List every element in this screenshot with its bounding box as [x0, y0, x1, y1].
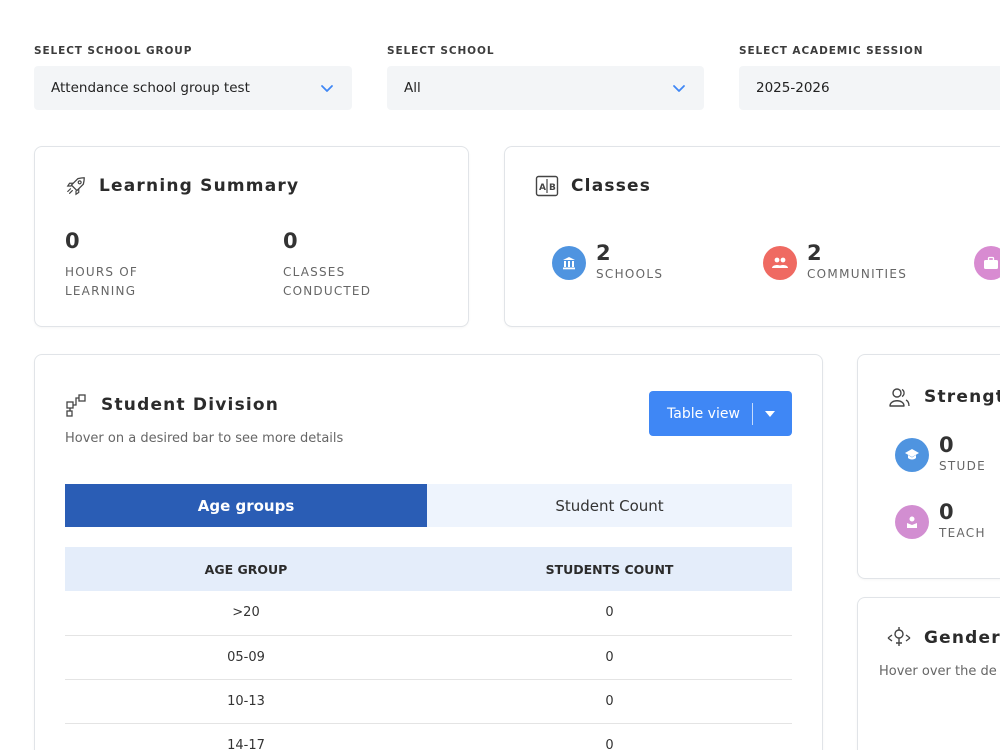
strength-card: Strengt 0 STUDE 0 TEACH [857, 354, 1000, 579]
third-class-stat [974, 242, 1000, 280]
students-count-cell: 0 [427, 591, 792, 636]
hierarchy-icon [66, 394, 86, 417]
communities-label: COMMUNITIES [807, 267, 908, 281]
student-division-subtitle: Hover on a desired bar to see more detai… [65, 431, 344, 446]
classes-conducted-label-2: CONDUCTED [283, 284, 372, 298]
students-count-cell: 0 [427, 635, 792, 680]
school-group-filter: SELECT SCHOOL GROUP Attendance school gr… [34, 44, 352, 110]
briefcase-icon [974, 246, 1000, 280]
school-value: All [404, 80, 421, 96]
tab-student-count[interactable]: Student Count [427, 484, 792, 527]
rocket-icon [66, 177, 85, 196]
learning-summary-title: Learning Summary [99, 176, 300, 196]
student-division-header: Student Division [65, 393, 279, 417]
button-divider [751, 402, 753, 425]
chevron-down-icon [321, 85, 333, 92]
svg-text:A: A [539, 183, 547, 193]
school-group-value: Attendance school group test [51, 80, 250, 96]
classes-conducted-stat: 0 CLASSES CONDUCTED [283, 229, 371, 301]
hours-stat: 0 HOURS OF LEARNING [65, 229, 138, 301]
table-row: 10-13 0 [65, 679, 792, 724]
classes-conducted-value: 0 [283, 229, 298, 253]
ab-icon: A B [535, 175, 559, 197]
school-select[interactable]: All [387, 66, 704, 110]
table-view-button[interactable]: Table view [649, 391, 792, 436]
teachers-label: TEACH [939, 526, 986, 540]
age-group-header: AGE GROUP [65, 547, 427, 591]
schools-stat: 2 SCHOOLS [552, 242, 663, 281]
hours-label-2: LEARNING [65, 284, 137, 298]
age-group-cell: 10-13 [65, 679, 427, 724]
session-value: 2025-2026 [756, 80, 830, 96]
school-filter: SELECT SCHOOL All [387, 44, 704, 110]
students-value: 0 [939, 433, 954, 457]
genders-subtitle: Hover over the de [879, 664, 997, 679]
age-group-cell: >20 [65, 591, 427, 636]
communities-stat: 2 COMMUNITIES [763, 242, 907, 281]
community-icon [763, 246, 797, 280]
genders-header: Genders [886, 626, 1000, 650]
students-count-cell: 0 [427, 679, 792, 724]
session-label: SELECT ACADEMIC SESSION [739, 45, 924, 57]
age-group-table: AGE GROUP STUDENTS COUNT >20 0 05-09 0 1… [65, 547, 792, 750]
schools-value: 2 [596, 241, 611, 265]
students-count-cell: 0 [427, 723, 792, 750]
strength-title: Strengt [924, 387, 1000, 407]
teachers-value: 0 [939, 500, 954, 524]
svg-text:B: B [549, 183, 557, 193]
table-row: 05-09 0 [65, 635, 792, 680]
strength-header: Strengt [888, 386, 1000, 408]
table-row: >20 0 [65, 591, 792, 636]
student-division-card: Student Division Hover on a desired bar … [34, 354, 823, 750]
learning-summary-header: Learning Summary [65, 175, 299, 197]
students-stat: 0 STUDE [895, 434, 986, 473]
classes-title: Classes [571, 176, 652, 196]
table-row: 14-17 0 [65, 723, 792, 750]
school-group-label: SELECT SCHOOL GROUP [34, 45, 193, 57]
age-group-cell: 05-09 [65, 635, 427, 680]
graduation-cap-icon [895, 438, 929, 472]
communities-value: 2 [807, 241, 822, 265]
tab-age-groups[interactable]: Age groups [65, 484, 427, 527]
school-group-select[interactable]: Attendance school group test [34, 66, 352, 110]
gender-icon [887, 627, 911, 646]
table-header-row: AGE GROUP STUDENTS COUNT [65, 547, 792, 591]
users-icon [889, 388, 910, 407]
hours-label-1: HOURS OF [65, 265, 138, 279]
students-count-header: STUDENTS COUNT [427, 547, 792, 591]
session-select[interactable]: 2025-2026 [739, 66, 1000, 110]
classes-card: A B Classes 2 SCHOOLS 2 COMMUNITIES [504, 146, 1000, 327]
table-view-label: Table view [667, 405, 740, 422]
teacher-icon [895, 505, 929, 539]
schools-label: SCHOOLS [596, 267, 664, 281]
genders-card: Genders Hover over the de [857, 597, 1000, 750]
chevron-down-icon [673, 85, 685, 92]
age-group-cell: 14-17 [65, 723, 427, 750]
classes-header: A B Classes [535, 175, 651, 197]
division-tabs: Age groups Student Count [65, 484, 792, 527]
school-label: SELECT SCHOOL [387, 45, 495, 57]
teachers-stat: 0 TEACH [895, 501, 986, 540]
genders-title: Genders [924, 628, 1000, 648]
students-label: STUDE [939, 459, 987, 473]
classes-conducted-label-1: CLASSES [283, 265, 346, 279]
student-division-title: Student Division [101, 395, 280, 415]
school-icon [552, 246, 586, 280]
session-filter: SELECT ACADEMIC SESSION 2025-2026 [739, 44, 1000, 110]
learning-summary-card: Learning Summary 0 HOURS OF LEARNING 0 C… [34, 146, 469, 327]
hours-value: 0 [65, 229, 80, 253]
caret-down-icon[interactable] [764, 410, 775, 417]
